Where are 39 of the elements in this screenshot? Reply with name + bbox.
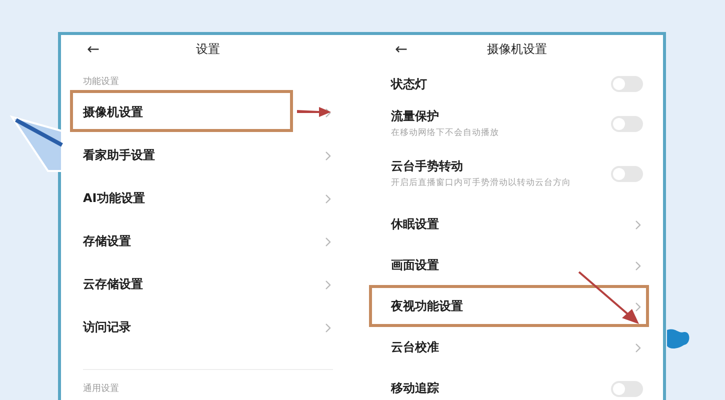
chevron-right-icon — [635, 302, 641, 312]
toggle-switch[interactable] — [611, 166, 643, 182]
item-label: 夜视功能设置 — [391, 298, 463, 315]
section-header: 通用设置 — [83, 382, 120, 396]
chevron-right-icon — [325, 280, 331, 290]
settings-item[interactable]: 看家助手设置 — [83, 134, 333, 177]
settings-item[interactable]: 摄像机设置 — [83, 91, 333, 134]
settings-item[interactable]: 云存储设置 — [83, 263, 333, 306]
item-label: 画面设置 — [391, 257, 439, 274]
item-label: 移动追踪 — [391, 380, 439, 397]
toggle-switch[interactable] — [611, 116, 643, 132]
item-description: 在移动网络下不会自动播放 — [391, 128, 499, 140]
item-label: 状态灯 — [391, 76, 427, 92]
arrow-icon — [578, 271, 640, 325]
blob-icon — [664, 328, 690, 350]
screen-title: 摄像机设置 — [487, 40, 547, 58]
back-button[interactable]: ← — [393, 40, 414, 58]
screen-title: 设置 — [196, 40, 220, 58]
chevron-right-icon — [635, 220, 641, 230]
item-label: 云台手势转动 — [391, 158, 464, 176]
toggle-switch[interactable] — [611, 380, 643, 396]
item-label: 休眠设置 — [391, 216, 439, 233]
chevron-right-icon — [635, 342, 641, 352]
section-header: 功能设置 — [83, 76, 120, 89]
chevron-right-icon — [325, 194, 331, 204]
chevron-right-icon — [325, 108, 331, 118]
arrow-icon — [297, 106, 331, 118]
settings-item[interactable]: AI功能设置 — [83, 177, 333, 220]
settings-item[interactable]: 访问记录 — [83, 306, 333, 349]
chevron-right-icon — [325, 236, 331, 246]
item-label: 流量保护 — [391, 108, 440, 125]
settings-item[interactable]: 存储设置 — [83, 220, 333, 263]
chevron-right-icon — [635, 260, 641, 270]
item-description: 开启后直播窗口内可手势滑动以转动云台方向 — [391, 178, 571, 190]
chevron-right-icon — [325, 150, 331, 160]
back-button[interactable]: ← — [85, 40, 106, 58]
toggle-switch[interactable] — [611, 76, 643, 92]
chevron-right-icon — [325, 322, 331, 332]
item-label: 云台校准 — [391, 339, 439, 356]
